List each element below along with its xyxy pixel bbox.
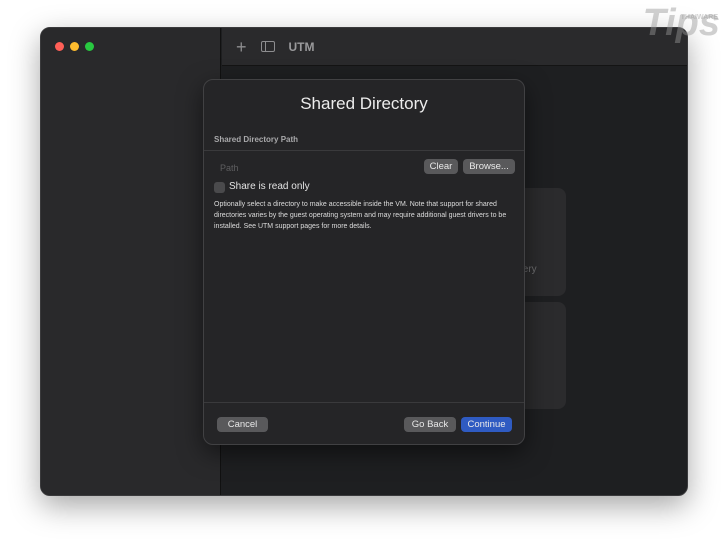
sidebar-toggle-icon[interactable] xyxy=(260,41,275,52)
add-vm-button[interactable]: + xyxy=(236,38,247,56)
help-text: Optionally select a directory to make ac… xyxy=(214,201,507,230)
continue-button[interactable]: Continue xyxy=(461,417,512,432)
section-header: Shared Directory Path xyxy=(214,135,299,144)
zoom-button[interactable] xyxy=(85,42,94,51)
clear-button[interactable]: Clear xyxy=(424,159,458,174)
divider xyxy=(204,402,524,403)
minimize-button[interactable] xyxy=(70,42,79,51)
close-button[interactable] xyxy=(55,42,64,51)
read-only-checkbox[interactable] xyxy=(214,182,225,193)
go-back-button[interactable]: Go Back xyxy=(404,417,456,432)
read-only-label[interactable]: Share is read only xyxy=(229,181,310,192)
browse-button[interactable]: Browse... xyxy=(463,159,515,174)
sidebar xyxy=(41,28,221,495)
divider xyxy=(204,150,524,151)
toolbar: + UTM xyxy=(222,28,687,66)
shared-directory-dialog: Shared Directory Shared Directory Path P… xyxy=(203,79,525,445)
dialog-title: Shared Directory xyxy=(300,94,428,113)
watermark-logo: Tips THAIWARE xyxy=(642,2,720,44)
path-field[interactable]: Path xyxy=(220,163,239,173)
cancel-button[interactable]: Cancel xyxy=(217,417,268,432)
window-title: UTM xyxy=(288,39,315,54)
traffic-lights xyxy=(55,42,94,51)
